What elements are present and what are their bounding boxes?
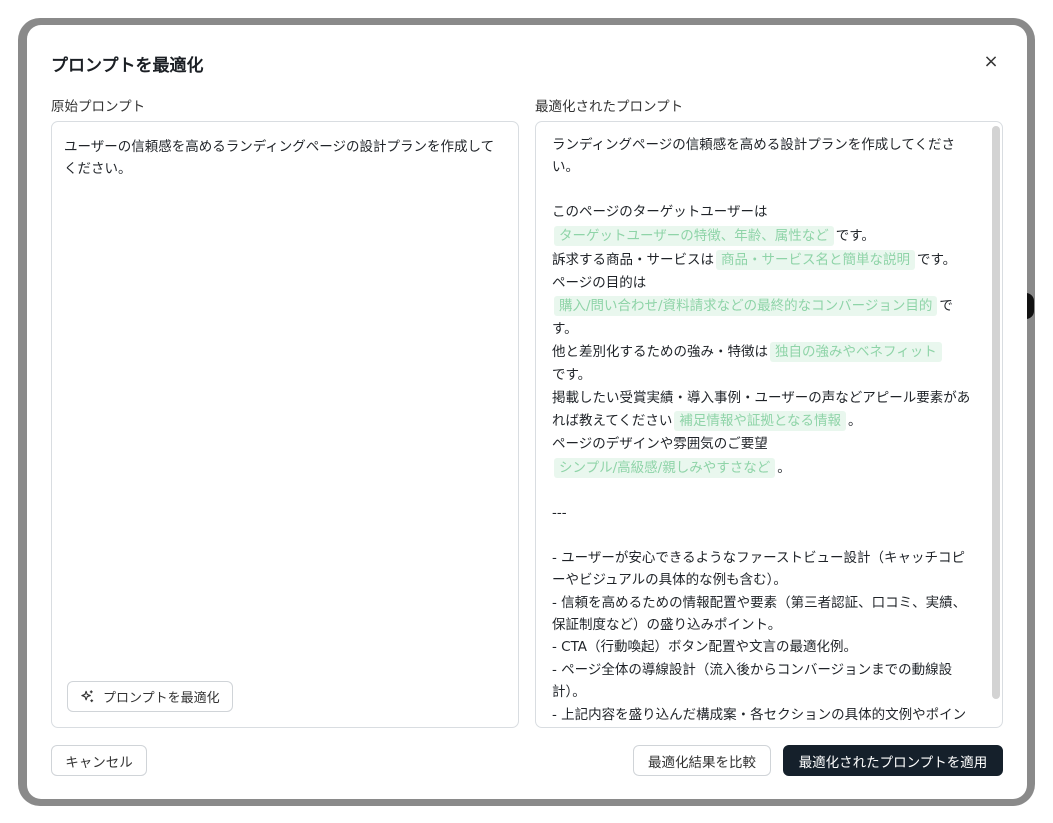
sparkle-icon — [81, 690, 94, 703]
optimized-line-target: このページのターゲットユーザーはターゲットユーザーの特徴、年齢、属性など です。 — [552, 201, 972, 247]
design-placeholder-chip[interactable]: シンプル/高級感/親しみやすさなど — [554, 457, 776, 478]
product-prefix: 訴求する商品・サービスは — [552, 251, 714, 268]
goal-prefix: ページの目的は — [552, 274, 647, 291]
design-prefix: ページのデザインや雰囲気のご要望 — [552, 436, 768, 453]
original-prompt-textarea[interactable]: ユーザーの信頼感を高めるランディングページの設計プランを作成してください。 プロ… — [51, 121, 519, 728]
target-placeholder-chip[interactable]: ターゲットユーザーの特徴、年齢、属性など — [554, 225, 834, 246]
proof-placeholder-chip[interactable]: 補足情報や証拠となる情報 — [674, 411, 847, 432]
optimized-prompt-label: 最適化されたプロンプト — [535, 99, 684, 115]
optimized-prompt-textarea[interactable]: ランディングページの信頼感を高める設計プランを作成してください。 このページのタ… — [535, 121, 1003, 728]
optimized-scrollbar[interactable] — [992, 126, 1000, 699]
cancel-button[interactable]: キャンセル — [51, 745, 147, 776]
optimized-line-product: 訴求する商品・サービスは 商品・サービス名と簡単な説明 です。 — [552, 248, 972, 272]
original-prompt-text[interactable]: ユーザーの信頼感を高めるランディングページの設計プランを作成してください。 — [64, 136, 504, 180]
strength-placeholder-chip[interactable]: 独自の強みやベネフィット — [770, 342, 942, 363]
dialog-title: プロンプトを最適化 — [51, 56, 204, 76]
optimize-prompt-button-label: プロンプトを最適化 — [103, 691, 220, 706]
product-suffix: です。 — [917, 251, 957, 268]
target-prefix: このページのターゲットユーザーは — [552, 204, 768, 221]
goal-placeholder-chip[interactable]: 購入/問い合わせ/資料請求などの最終的なコンバージョン目的 — [554, 296, 938, 317]
optimize-prompt-button[interactable]: プロンプトを最適化 — [67, 681, 233, 712]
product-placeholder-chip[interactable]: 商品・サービス名と簡単な説明 — [716, 249, 915, 270]
proof-suffix: 。 — [848, 413, 862, 430]
original-prompt-label: 原始プロンプト — [51, 99, 146, 115]
optimized-line-proof: 掲載したい受賞実績・導入事例・ユーザーの声などアピール要素があれば教えてください… — [552, 387, 972, 433]
optimized-prompt-content: ランディングページの信頼感を高める設計プランを作成してください。 このページのタ… — [552, 134, 972, 727]
optimized-bullet: - CTA（行動喚起）ボタン配置や文言の最適化例。 — [552, 639, 858, 656]
apply-optimized-prompt-button[interactable]: 最適化されたプロンプトを適用 — [783, 745, 1003, 776]
design-suffix: 。 — [777, 459, 791, 476]
optimized-line-strength: 他と差別化するための強み・特徴は 独自の強みやベネフィットです。 — [552, 340, 972, 386]
optimized-separator: --- — [552, 505, 567, 522]
optimized-bullet: - 信頼を高めるための情報配置や要素（第三者認証、口コミ、実績、保証制度など）の… — [552, 594, 967, 634]
optimized-bullet: - ページ全体の導線設計（流入後からコンバージョンまでの動線設計）。 — [552, 661, 953, 701]
optimized-bullet: - 上記内容を盛り込んだ構成案・各セクションの具体的文例やポイントまで日本語でわ… — [552, 706, 967, 723]
optimize-prompt-dialog: プロンプトを最適化 × 原始プロンプト 最適化されたプロンプト ユーザーの信頼感… — [27, 25, 1027, 799]
strength-prefix: 他と差別化するための強み・特徴は — [552, 344, 768, 361]
optimized-line-goal: ページの目的は 購入/問い合わせ/資料請求などの最終的なコンバージョン目的 です。 — [552, 272, 972, 341]
optimized-line-design: ページのデザインや雰囲気のご要望シンプル/高級感/親しみやすさなど。 — [552, 433, 972, 479]
strength-suffix: です。 — [552, 367, 592, 384]
optimized-intro: ランディングページの信頼感を高める設計プランを作成してください。 — [552, 137, 955, 176]
optimized-bullet: - ユーザーが安心できるようなファーストビュー設計（キャッチコピーやビジュアルの… — [552, 549, 965, 589]
compare-results-button[interactable]: 最適化結果を比較 — [633, 745, 771, 776]
target-suffix: です。 — [835, 227, 875, 244]
close-icon[interactable]: × — [979, 49, 1003, 73]
